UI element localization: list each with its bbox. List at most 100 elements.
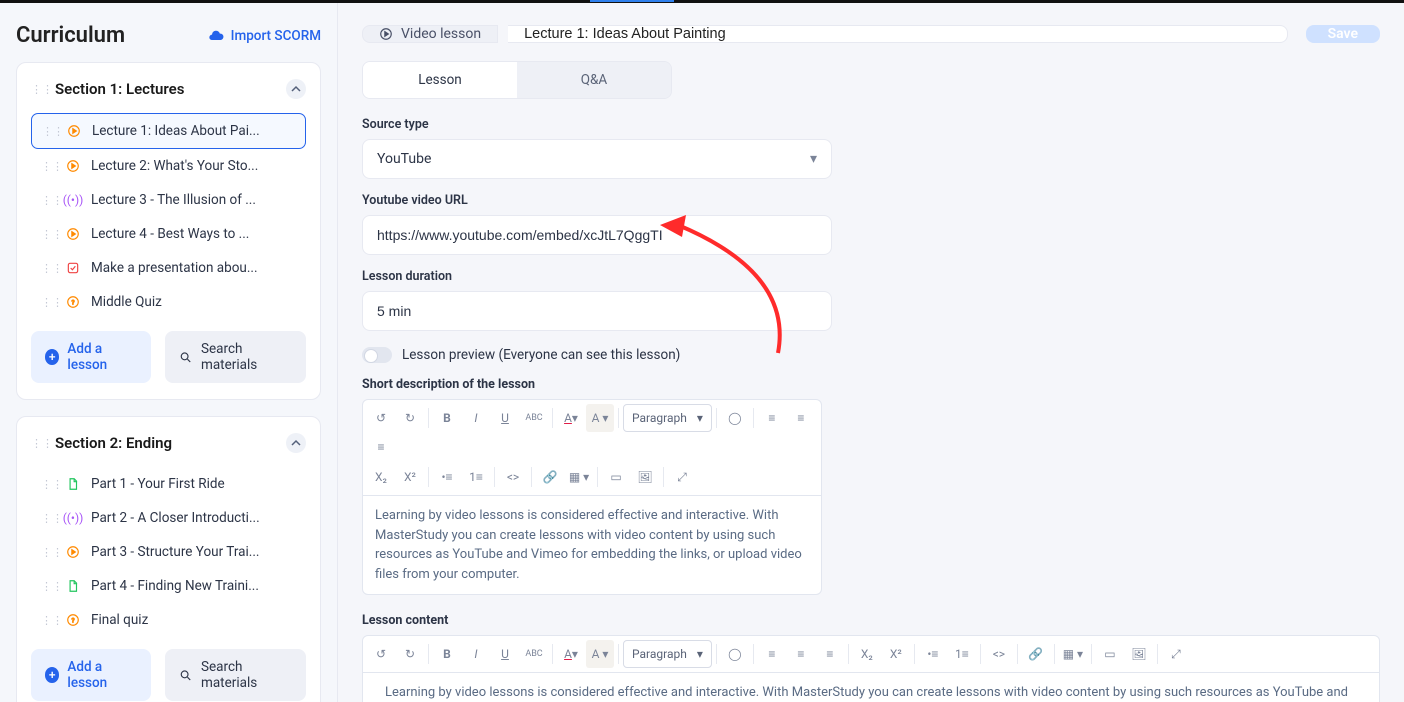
lesson-item[interactable]: ⋮⋮ Lecture 1: Ideas About Pai... (31, 113, 306, 149)
drag-handle-icon[interactable]: ⋮⋮ (41, 614, 55, 627)
drag-handle-icon[interactable]: ⋮⋮ (41, 478, 55, 491)
bg-color-icon[interactable]: A ▾ (586, 404, 614, 432)
undo-icon[interactable]: ↺ (367, 404, 395, 432)
text-color-icon[interactable]: A ▾ (557, 640, 585, 668)
lesson-item[interactable]: ⋮⋮ Part 1 - Your First Ride (31, 467, 306, 501)
fullscreen-icon[interactable]: ⤢ (1162, 640, 1190, 668)
lesson-editor: Video lesson Save Lesson Q&A Source type… (338, 3, 1404, 702)
drag-handle-icon[interactable]: ⋮⋮ (41, 296, 55, 309)
q-icon: ? (65, 295, 81, 309)
short-desc-editor: ↺ ↻ B I U ABC A ▾ A ▾ Paragraph▾ ◯ ≡ ≡ ≡… (362, 399, 822, 595)
italic-icon[interactable]: I (462, 404, 490, 432)
drag-handle-icon[interactable]: ⋮⋮ (41, 262, 55, 275)
collapse-button[interactable] (286, 79, 306, 99)
caret-down-icon: ▾ (810, 151, 817, 167)
play-icon (65, 545, 81, 559)
youtube-url-input[interactable] (362, 215, 832, 255)
import-scorm-button[interactable]: Import SCORM (208, 28, 321, 44)
drag-handle-icon[interactable]: ⋮⋮ (41, 160, 55, 173)
content-text[interactable]: Learning by video lessons is considered … (363, 673, 1379, 702)
lesson-item[interactable]: ⋮⋮ Make a presentation abou... (31, 251, 306, 285)
table-icon[interactable]: ▦ ▾ (1059, 640, 1087, 668)
text-color-icon[interactable]: A ▾ (557, 404, 585, 432)
collapse-button[interactable] (286, 433, 306, 453)
lesson-item[interactable]: ⋮⋮ ? Middle Quiz (31, 285, 306, 319)
save-button[interactable]: Save (1306, 25, 1380, 43)
bold-icon[interactable]: B (433, 404, 461, 432)
bullet-list-icon[interactable]: •≡ (433, 463, 461, 491)
drag-handle-icon[interactable]: ⋮⋮ (42, 125, 56, 138)
bullet-list-icon[interactable]: •≡ (919, 640, 947, 668)
clear-format-icon[interactable]: ◯ (721, 404, 749, 432)
short-desc-text[interactable]: Learning by video lessons is considered … (363, 496, 821, 594)
underline-icon[interactable]: U (491, 640, 519, 668)
link-icon[interactable]: 🔗 (536, 463, 564, 491)
redo-icon[interactable]: ↻ (396, 640, 424, 668)
number-list-icon[interactable]: 1≡ (462, 463, 490, 491)
redo-icon[interactable]: ↻ (396, 404, 424, 432)
bg-color-icon[interactable]: A ▾ (586, 640, 614, 668)
page-title: Curriculum (16, 23, 125, 48)
bold-icon[interactable]: B (433, 640, 461, 668)
align-center-icon[interactable]: ≡ (787, 404, 815, 432)
underline-icon[interactable]: U (491, 404, 519, 432)
link-icon[interactable]: 🔗 (1022, 640, 1050, 668)
media-icon[interactable]: ▭ (1096, 640, 1124, 668)
check-icon (65, 261, 81, 275)
subscript-icon[interactable]: X₂ (367, 463, 395, 491)
subscript-icon[interactable]: X₂ (853, 640, 881, 668)
lesson-title-input[interactable] (508, 25, 1287, 43)
strike-icon[interactable]: ABC (520, 404, 548, 432)
italic-icon[interactable]: I (462, 640, 490, 668)
tab-qa[interactable]: Q&A (517, 62, 671, 98)
image-icon[interactable]: 🖼 (631, 463, 659, 491)
lesson-item[interactable]: ⋮⋮ Part 4 - Finding New Traini... (31, 569, 306, 603)
lesson-item[interactable]: ⋮⋮ Part 3 - Structure Your Trai... (31, 535, 306, 569)
strike-icon[interactable]: ABC (520, 640, 548, 668)
lesson-item[interactable]: ⋮⋮ Lecture 2: What's Your Sto... (31, 149, 306, 183)
preview-toggle[interactable] (362, 347, 392, 363)
lesson-item[interactable]: ⋮⋮ Lecture 4 - Best Ways to ... (31, 217, 306, 251)
align-right-icon[interactable]: ≡ (816, 640, 844, 668)
drag-handle-icon[interactable]: ⋮⋮ (41, 512, 55, 525)
align-right-icon[interactable]: ≡ (367, 433, 395, 461)
superscript-icon[interactable]: X² (882, 640, 910, 668)
drag-handle-icon[interactable]: ⋮⋮ (41, 580, 55, 593)
align-left-icon[interactable]: ≡ (758, 640, 786, 668)
add-lesson-button[interactable]: +Add a lesson (31, 331, 151, 383)
search-materials-button[interactable]: Search materials (165, 649, 306, 701)
lesson-label: Part 2 - A Closer Introducti... (91, 510, 296, 526)
lesson-item[interactable]: ⋮⋮ ((•)) Lecture 3 - The Illusion of ... (31, 183, 306, 217)
media-icon[interactable]: ▭ (602, 463, 630, 491)
image-icon[interactable]: 🖼 (1125, 640, 1153, 668)
clear-format-icon[interactable]: ◯ (721, 640, 749, 668)
paragraph-select[interactable]: Paragraph▾ (623, 640, 712, 668)
table-icon[interactable]: ▦ ▾ (565, 463, 593, 491)
play-icon (66, 124, 82, 138)
align-center-icon[interactable]: ≡ (787, 640, 815, 668)
number-list-icon[interactable]: 1≡ (948, 640, 976, 668)
drag-handle-icon[interactable]: ⋮⋮ (41, 194, 55, 207)
duration-input[interactable] (362, 291, 832, 331)
doc-icon (65, 477, 81, 491)
drag-handle-icon[interactable]: ⋮⋮ (31, 83, 45, 96)
section-card-2: ⋮⋮ Section 2: Ending ⋮⋮ Part 1 - Your Fi… (16, 416, 321, 702)
tab-lesson[interactable]: Lesson (363, 62, 517, 98)
add-lesson-button[interactable]: +Add a lesson (31, 649, 151, 701)
search-materials-button[interactable]: Search materials (165, 331, 306, 383)
lesson-item[interactable]: ⋮⋮ ((•)) Part 2 - A Closer Introducti... (31, 501, 306, 535)
code-icon[interactable]: <> (985, 640, 1013, 668)
drag-handle-icon[interactable]: ⋮⋮ (41, 228, 55, 241)
superscript-icon[interactable]: X² (396, 463, 424, 491)
duration-label: Lesson duration (362, 269, 1380, 284)
code-icon[interactable]: <> (499, 463, 527, 491)
lesson-label: Middle Quiz (91, 294, 296, 310)
fullscreen-icon[interactable]: ⤢ (668, 463, 696, 491)
paragraph-select[interactable]: Paragraph▾ (623, 404, 712, 432)
drag-handle-icon[interactable]: ⋮⋮ (41, 546, 55, 559)
lesson-item[interactable]: ⋮⋮ ? Final quiz (31, 603, 306, 637)
undo-icon[interactable]: ↺ (367, 640, 395, 668)
source-type-select[interactable]: YouTube▾ (362, 139, 832, 179)
align-left-icon[interactable]: ≡ (758, 404, 786, 432)
drag-handle-icon[interactable]: ⋮⋮ (31, 437, 45, 450)
